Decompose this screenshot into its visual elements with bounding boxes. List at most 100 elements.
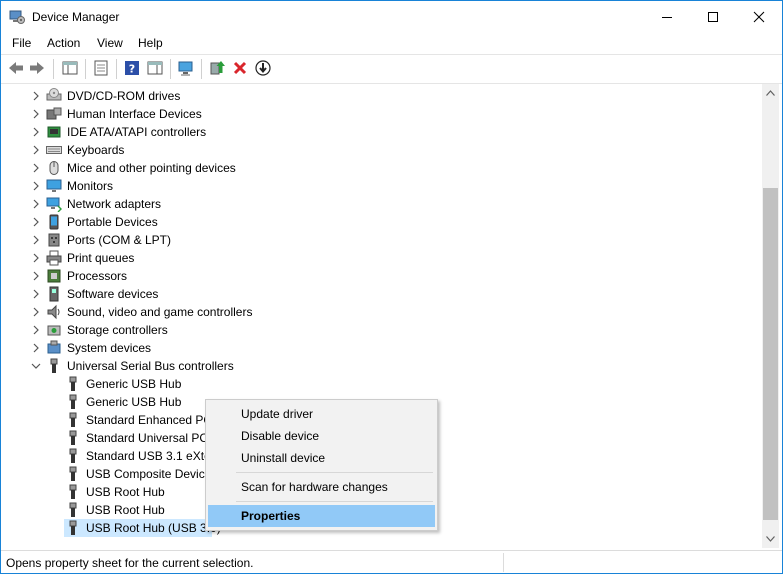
usb-device-row[interactable]: Generic USB Hub bbox=[1, 375, 701, 393]
expander-toggle[interactable] bbox=[31, 162, 41, 174]
device-category-row[interactable]: Print queues bbox=[1, 249, 701, 267]
device-category-row[interactable]: Sound, video and game controllers bbox=[1, 303, 701, 321]
context-properties-label: Properties bbox=[241, 509, 301, 523]
menu-bar: File Action View Help bbox=[1, 33, 782, 53]
expander-toggle[interactable] bbox=[31, 342, 41, 354]
device-category-row[interactable]: DVD/CD-ROM drives bbox=[1, 87, 701, 105]
chevron-right-icon bbox=[33, 217, 39, 227]
expander-toggle[interactable] bbox=[31, 270, 41, 282]
context-scan-hardware[interactable]: Scan for hardware changes bbox=[208, 476, 435, 498]
scroll-down-arrow-icon[interactable] bbox=[766, 536, 775, 542]
category-label: IDE ATA/ATAPI controllers bbox=[67, 125, 207, 139]
dvd-drive-icon bbox=[46, 88, 62, 104]
category-label: DVD/CD-ROM drives bbox=[67, 89, 181, 103]
update-driver-button[interactable] bbox=[208, 59, 226, 77]
device-category-row[interactable]: Processors bbox=[1, 267, 701, 285]
close-button[interactable] bbox=[736, 1, 782, 33]
port-icon bbox=[46, 232, 62, 248]
close-icon bbox=[753, 11, 765, 23]
device-category-row[interactable]: Network adapters bbox=[1, 195, 701, 213]
usb-device-label: Generic USB Hub bbox=[86, 395, 182, 409]
context-disable-device[interactable]: Disable device bbox=[208, 425, 435, 447]
device-category-row[interactable]: Ports (COM & LPT) bbox=[1, 231, 701, 249]
minimize-button[interactable] bbox=[644, 1, 690, 33]
scan-hardware-button[interactable] bbox=[177, 59, 195, 77]
action-pane-button[interactable] bbox=[146, 59, 164, 77]
context-properties[interactable]: Properties bbox=[208, 505, 435, 527]
category-label: Keyboards bbox=[67, 143, 125, 157]
toolbar: ? bbox=[1, 54, 782, 84]
help-button[interactable]: ? bbox=[123, 59, 141, 77]
device-manager-app-icon bbox=[9, 9, 25, 25]
expander-toggle[interactable] bbox=[31, 90, 41, 102]
context-update-driver[interactable]: Update driver bbox=[208, 403, 435, 425]
usb-device-icon bbox=[65, 394, 81, 410]
menu-view[interactable]: View bbox=[97, 36, 123, 50]
expander-toggle[interactable] bbox=[31, 180, 41, 192]
device-category-row[interactable]: Universal Serial Bus controllers bbox=[1, 357, 701, 375]
expander-toggle[interactable] bbox=[31, 288, 41, 300]
show-hide-console-tree-button[interactable] bbox=[61, 59, 79, 77]
scroll-up-arrow-icon[interactable] bbox=[766, 90, 775, 96]
context-scan-hardware-label: Scan for hardware changes bbox=[241, 480, 388, 494]
expander-toggle[interactable] bbox=[31, 360, 41, 372]
help-icon: ? bbox=[125, 61, 139, 76]
expander-toggle[interactable] bbox=[31, 108, 41, 120]
expander-toggle[interactable] bbox=[31, 216, 41, 228]
device-category-row[interactable]: Keyboards bbox=[1, 141, 701, 159]
usb-device-icon bbox=[65, 520, 81, 536]
maximize-button[interactable] bbox=[690, 1, 736, 33]
title-bar[interactable]: Device Manager bbox=[1, 1, 782, 33]
category-label: Processors bbox=[67, 269, 128, 283]
scrollbar-thumb[interactable] bbox=[763, 188, 778, 520]
category-label: Portable Devices bbox=[67, 215, 158, 229]
vertical-scrollbar[interactable] bbox=[762, 84, 779, 548]
menu-help[interactable]: Help bbox=[138, 36, 163, 50]
expander-toggle[interactable] bbox=[31, 234, 41, 246]
chevron-right-icon bbox=[33, 343, 39, 353]
device-category-row[interactable]: Mice and other pointing devices bbox=[1, 159, 701, 177]
device-category-row[interactable]: Software devices bbox=[1, 285, 701, 303]
expander-toggle[interactable] bbox=[31, 144, 41, 156]
usb-device-icon bbox=[65, 430, 81, 446]
expander-toggle[interactable] bbox=[31, 126, 41, 138]
window-title: Device Manager bbox=[32, 10, 120, 24]
forward-button[interactable] bbox=[28, 59, 46, 77]
device-category-row[interactable]: Portable Devices bbox=[1, 213, 701, 231]
menu-file[interactable]: File bbox=[12, 36, 31, 50]
device-category-row[interactable]: IDE ATA/ATAPI controllers bbox=[1, 123, 701, 141]
svg-text:?: ? bbox=[129, 63, 135, 76]
portable-device-icon bbox=[46, 214, 62, 230]
device-category-row[interactable]: System devices bbox=[1, 339, 701, 357]
device-category-row[interactable]: Monitors bbox=[1, 177, 701, 195]
expander-toggle[interactable] bbox=[31, 198, 41, 210]
context-update-driver-label: Update driver bbox=[241, 407, 314, 421]
category-label: Human Interface Devices bbox=[67, 107, 202, 121]
action-pane-icon bbox=[147, 61, 163, 75]
keyboard-icon bbox=[46, 142, 62, 158]
device-category-row[interactable]: Human Interface Devices bbox=[1, 105, 701, 123]
expander-toggle[interactable] bbox=[31, 324, 41, 336]
storage-controller-icon bbox=[46, 322, 62, 338]
monitor-icon bbox=[46, 178, 62, 194]
chevron-right-icon bbox=[33, 235, 39, 245]
expander-toggle[interactable] bbox=[31, 252, 41, 264]
usb-device-icon bbox=[65, 412, 81, 428]
device-category-row[interactable]: Storage controllers bbox=[1, 321, 701, 339]
console-tree-icon bbox=[62, 61, 78, 75]
hid-icon bbox=[46, 106, 62, 122]
category-label: Sound, video and game controllers bbox=[67, 305, 253, 319]
back-button[interactable] bbox=[7, 59, 25, 77]
chevron-right-icon bbox=[33, 271, 39, 281]
menu-action[interactable]: Action bbox=[47, 36, 80, 50]
chevron-right-icon bbox=[33, 253, 39, 263]
expander-toggle[interactable] bbox=[31, 306, 41, 318]
enable-device-button[interactable] bbox=[254, 59, 272, 77]
context-uninstall-device[interactable]: Uninstall device bbox=[208, 447, 435, 469]
network-adapter-icon bbox=[46, 196, 62, 212]
category-label: Universal Serial Bus controllers bbox=[67, 359, 234, 373]
properties-toolbar-button[interactable] bbox=[92, 59, 110, 77]
properties-sheet-icon bbox=[94, 60, 108, 76]
category-label: Mice and other pointing devices bbox=[67, 161, 236, 175]
uninstall-device-button[interactable] bbox=[231, 59, 249, 77]
